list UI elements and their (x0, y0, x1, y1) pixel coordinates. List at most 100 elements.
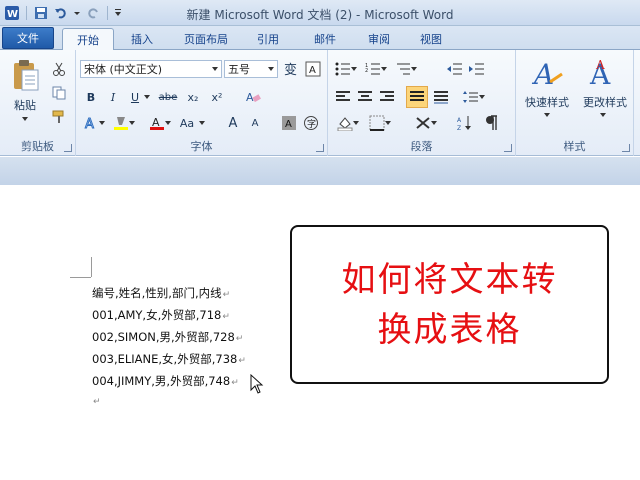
font-size-value: 五号 (228, 63, 250, 76)
justify-icon[interactable] (406, 86, 428, 108)
numbering-dropdown-icon[interactable] (380, 60, 388, 78)
italic-button[interactable]: I (104, 88, 122, 106)
line-text: 004,JIMMY,男,外贸部,748 (92, 374, 231, 388)
svg-text:字: 字 (307, 118, 316, 130)
svg-text:A: A (309, 65, 316, 76)
superscript-button[interactable]: x² (208, 88, 226, 106)
tab-insert[interactable]: 插入 (118, 28, 166, 50)
sort-icon[interactable]: AZ (456, 114, 474, 132)
multilevel-dropdown-icon[interactable] (410, 60, 418, 78)
document-line[interactable]: 003,ELIANE,女,外贸部,738↵ (92, 351, 246, 367)
enclose-characters-icon[interactable]: 字 (302, 114, 320, 132)
styles-group-label: 样式 (563, 140, 586, 153)
font-color-dropdown-icon[interactable] (164, 114, 172, 132)
font-dialog-launcher-icon[interactable] (316, 144, 324, 152)
document-line[interactable]: 002,SIMON,男,外贸部,728↵ (92, 329, 243, 345)
character-shading-icon[interactable]: A (280, 114, 298, 132)
paste-button[interactable]: 粘贴 (8, 98, 42, 112)
svg-text:变: 变 (284, 62, 297, 77)
clipboard-dialog-launcher-icon[interactable] (64, 144, 72, 152)
styles-group: A 快速样式 AA 更改样式 样式 (516, 50, 634, 156)
increase-indent-icon[interactable] (468, 60, 486, 78)
callout-line: 如何将文本转 (341, 259, 558, 300)
line-text: 编号,姓名,性别,部门,内线 (92, 286, 222, 300)
tab-mailings[interactable]: 邮件 (300, 28, 350, 50)
chevron-down-icon (212, 67, 218, 71)
svg-text:A: A (246, 91, 254, 104)
change-case-button[interactable]: Aa (176, 114, 198, 132)
paragraph-mark: ↵ (238, 356, 246, 366)
quick-styles-icon[interactable]: A (530, 56, 564, 90)
font-name-combo[interactable]: 宋体 (中文正文) (80, 60, 222, 78)
tab-view[interactable]: 视图 (408, 28, 454, 50)
ribbon-tabs: 文件 开始 插入 页面布局 引用 邮件 审阅 视图 (0, 26, 640, 51)
paragraph-mark: ↵ (222, 312, 230, 322)
document-line[interactable]: ↵ (92, 393, 101, 407)
svg-text:Z: Z (457, 125, 461, 131)
underline-dropdown-icon[interactable] (142, 88, 152, 106)
font-group: 宋体 (中文正文) 五号 变 A B I U abe x₂ x² A A A A… (76, 50, 328, 156)
font-group-label: 字体 (190, 140, 213, 153)
borders-dropdown-icon[interactable] (384, 114, 392, 132)
title-bar: W 新建 Microsoft Word 文档 (2) - Microsoft W… (0, 0, 640, 26)
text-effects-dropdown-icon[interactable] (98, 114, 106, 132)
chevron-down-icon (268, 67, 274, 71)
chinese-layout-dropdown-icon[interactable] (430, 114, 438, 132)
align-center-icon[interactable] (356, 88, 374, 106)
tab-home[interactable]: 开始 (62, 28, 114, 51)
align-right-icon[interactable] (378, 88, 396, 106)
align-left-icon[interactable] (334, 88, 352, 106)
svg-text:A: A (85, 117, 94, 131)
paragraph-group: 12 A Z 段落 (328, 50, 516, 156)
font-size-combo[interactable]: 五号 (224, 60, 278, 78)
document-line[interactable]: 004,JIMMY,男,外贸部,748↵ (92, 373, 239, 389)
change-styles-button[interactable]: 更改样式 (574, 94, 636, 110)
wen-character-icon[interactable]: 变 (282, 60, 300, 78)
cut-icon[interactable] (50, 60, 68, 78)
bullets-dropdown-icon[interactable] (350, 60, 358, 78)
change-styles-icon[interactable]: AA (586, 56, 620, 90)
clear-formatting-icon[interactable]: A (244, 88, 262, 106)
callout-box: 如何将文本转 换成表格 (290, 225, 609, 384)
paragraph-mark: ↵ (93, 397, 101, 407)
tab-file[interactable]: 文件 (2, 27, 54, 49)
document-line[interactable]: 001,AMY,女,外贸部,718↵ (92, 307, 230, 323)
paragraph-mark: ↵ (235, 334, 244, 344)
shrink-font-button[interactable]: A (246, 114, 264, 132)
document-line[interactable]: 编号,姓名,性别,部门,内线↵ (92, 285, 230, 301)
change-case-dropdown-icon[interactable] (198, 114, 206, 132)
line-spacing-dropdown-icon[interactable] (478, 88, 486, 106)
mouse-pointer-icon (250, 373, 264, 397)
copy-icon[interactable] (50, 84, 68, 102)
styles-dialog-launcher-icon[interactable] (622, 144, 630, 152)
line-text: 003,ELIANE,女,外贸部,738 (92, 352, 238, 366)
paragraph-dialog-launcher-icon[interactable] (504, 144, 512, 152)
clipboard-group: 粘贴 剪贴板 (0, 50, 76, 156)
change-styles-dropdown-icon[interactable] (596, 110, 610, 120)
highlight-dropdown-icon[interactable] (128, 114, 136, 132)
decrease-indent-icon[interactable] (446, 60, 464, 78)
font-name-value: 宋体 (中文正文) (84, 63, 163, 76)
shading-dropdown-icon[interactable] (352, 114, 360, 132)
distributed-icon[interactable] (432, 88, 450, 106)
svg-text:A: A (595, 58, 605, 72)
tab-page-layout[interactable]: 页面布局 (170, 28, 242, 50)
svg-text:A: A (457, 117, 462, 124)
show-marks-icon[interactable] (482, 114, 500, 132)
tab-references[interactable]: 引用 (246, 28, 290, 50)
line-text: 002,SIMON,男,外贸部,728 (92, 330, 235, 344)
paste-icon[interactable] (8, 58, 42, 94)
quick-styles-button[interactable]: 快速样式 (516, 94, 578, 110)
paste-dropdown-icon[interactable] (18, 114, 32, 124)
svg-text:A: A (285, 119, 292, 130)
format-painter-icon[interactable] (50, 108, 68, 126)
grow-font-button[interactable]: A (224, 114, 242, 132)
strikethrough-button[interactable]: abe (156, 88, 180, 106)
paragraph-mark: ↵ (222, 290, 231, 300)
tab-review[interactable]: 审阅 (356, 28, 402, 50)
svg-text:A: A (531, 58, 554, 90)
subscript-button[interactable]: x₂ (184, 88, 202, 106)
character-border-icon[interactable]: A (304, 60, 322, 78)
quick-styles-dropdown-icon[interactable] (540, 110, 554, 120)
bold-button[interactable]: B (82, 88, 100, 106)
